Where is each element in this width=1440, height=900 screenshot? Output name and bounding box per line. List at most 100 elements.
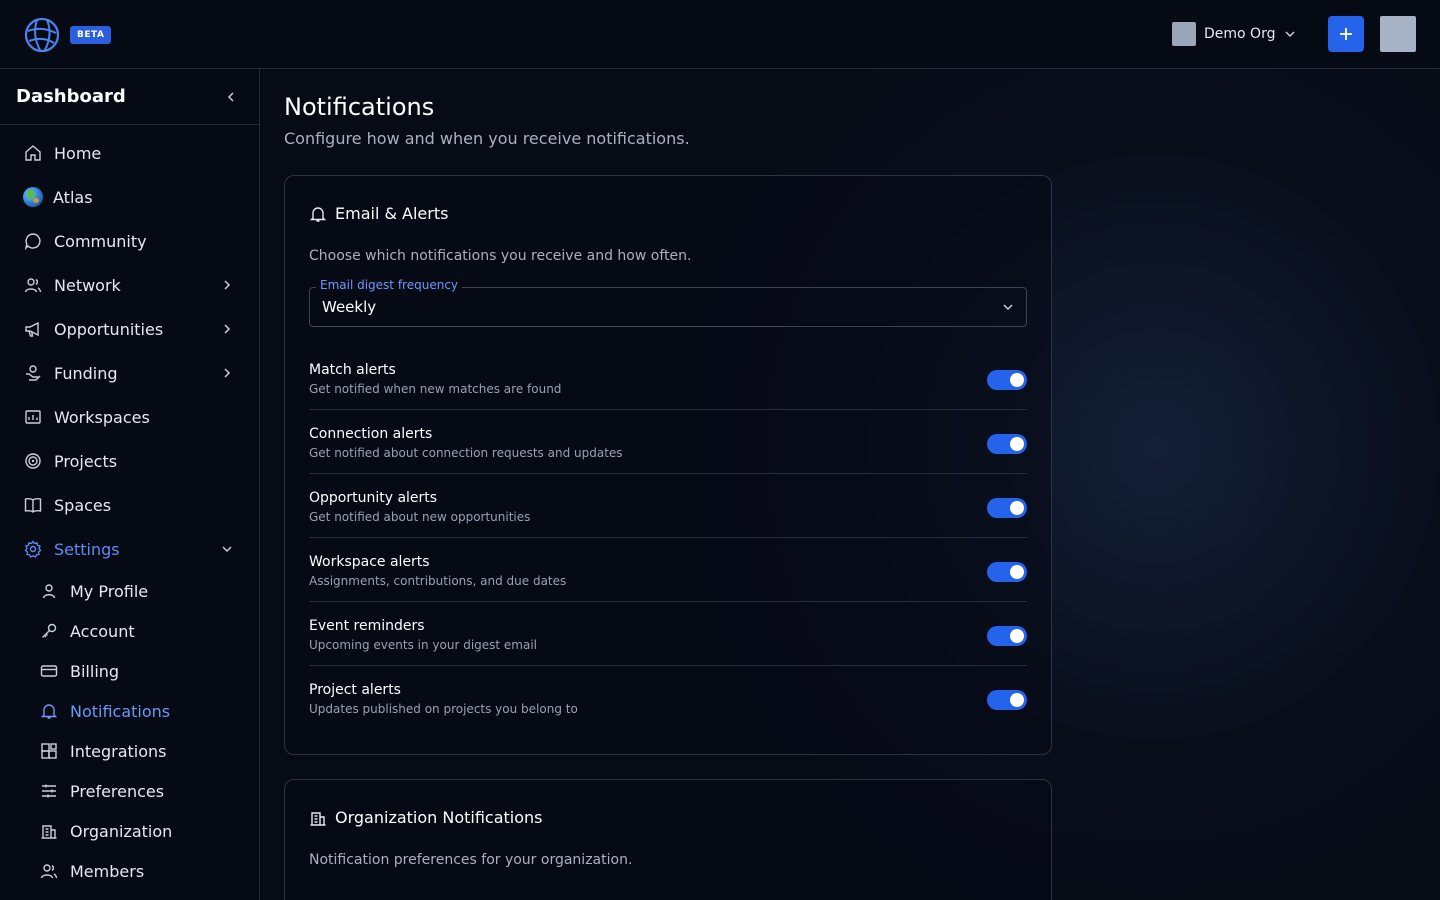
email-digest-value: Weekly xyxy=(322,298,377,316)
sidebar-item-label: Network xyxy=(54,275,121,295)
credit-card-icon xyxy=(40,665,58,677)
alert-title: Opportunity alerts xyxy=(309,490,438,506)
sidebar-item-label: Atlas xyxy=(53,187,93,207)
alert-description: Assignments, contributions, and due date… xyxy=(309,574,567,588)
alert-title: Project alerts xyxy=(309,682,401,698)
sidebar-item-workspaces[interactable]: Workspaces xyxy=(0,395,259,439)
alert-description: Get notified when new matches are found xyxy=(309,382,562,396)
settings-item-label: Organization xyxy=(70,821,173,841)
card-description: Notification preferences for your organi… xyxy=(309,852,633,868)
sidebar-item-opportunities[interactable]: Opportunities xyxy=(0,307,259,351)
top-bar: BETA Demo Org xyxy=(0,0,1440,69)
settings-item-label: Integrations xyxy=(70,741,167,761)
key-icon xyxy=(42,623,57,638)
sidebar-item-label: Workspaces xyxy=(54,407,150,427)
settings-item-account[interactable]: Account xyxy=(0,611,259,651)
alert-row-match: Match alerts Get notified when new match… xyxy=(309,346,1027,410)
settings-item-organization[interactable]: Organization xyxy=(0,811,259,851)
sidebar-item-atlas[interactable]: Atlas xyxy=(0,175,259,219)
org-name: Demo Org xyxy=(1204,26,1276,42)
alert-row-workspace: Workspace alerts Assignments, contributi… xyxy=(309,538,1027,602)
project-alerts-toggle[interactable] xyxy=(987,690,1027,710)
page-title: Notifications xyxy=(284,93,435,121)
sidebar-item-label: Funding xyxy=(54,363,118,383)
organization-notifications-card: Organization Notifications Notification … xyxy=(284,779,1052,900)
opportunity-alerts-toggle[interactable] xyxy=(987,498,1027,518)
workspace-icon xyxy=(25,410,41,424)
building-icon xyxy=(41,825,57,839)
settings-item-integrations[interactable]: Integrations xyxy=(0,731,259,771)
email-alerts-card: Email & Alerts Choose which notification… xyxy=(284,175,1052,755)
sidebar-item-spaces[interactable]: Spaces xyxy=(0,483,259,527)
sidebar-item-label: Spaces xyxy=(54,495,112,515)
settings-item-label: Members xyxy=(70,861,145,881)
settings-item-label: Account xyxy=(70,621,135,641)
alert-title: Match alerts xyxy=(309,362,396,378)
alert-description: Get notified about new opportunities xyxy=(309,510,531,524)
globe-icon xyxy=(23,187,43,207)
sidebar-header: Dashboard xyxy=(0,69,259,125)
settings-item-members[interactable]: Members xyxy=(0,851,259,891)
sidebar-item-network[interactable]: Network xyxy=(0,263,259,307)
sidebar-item-funding[interactable]: Funding xyxy=(0,351,259,395)
beta-badge: BETA xyxy=(70,26,112,44)
chevron-down-icon xyxy=(1003,304,1013,311)
alert-row-opportunity: Opportunity alerts Get notified about ne… xyxy=(309,474,1027,538)
sidebar-item-settings[interactable]: Settings xyxy=(0,527,259,571)
user-icon xyxy=(42,584,56,599)
workspace-alerts-toggle[interactable] xyxy=(987,562,1027,582)
sidebar: Dashboard Home Atlas Community Network O… xyxy=(0,69,260,900)
alert-title: Connection alerts xyxy=(309,426,433,442)
settings-item-label: Notifications xyxy=(70,701,171,721)
card-title: Email & Alerts xyxy=(335,204,449,223)
bell-icon xyxy=(309,206,327,222)
settings-item-label: Billing xyxy=(70,661,120,681)
sidebar-item-projects[interactable]: Projects xyxy=(0,439,259,483)
chevron-down-icon xyxy=(222,546,232,553)
add-button[interactable] xyxy=(1328,16,1364,52)
card-header: Email & Alerts xyxy=(309,204,448,223)
alert-description: Upcoming events in your digest email xyxy=(309,638,538,652)
book-open-icon xyxy=(24,498,42,513)
alert-description: Updates published on projects you belong… xyxy=(309,702,578,716)
sidebar-nav: Home Atlas Community Network Opportuniti… xyxy=(0,125,259,891)
users-icon xyxy=(24,278,42,293)
target-icon xyxy=(25,453,41,469)
settings-item-my-profile[interactable]: My Profile xyxy=(0,571,259,611)
sidebar-item-home[interactable]: Home xyxy=(0,131,259,175)
toggle-knob xyxy=(1010,373,1024,387)
card-title: Organization Notifications xyxy=(335,808,543,827)
settings-item-preferences[interactable]: Preferences xyxy=(0,771,259,811)
org-switcher[interactable]: Demo Org xyxy=(1172,22,1297,46)
sidebar-item-label: Home xyxy=(54,143,102,163)
bell-icon xyxy=(40,704,58,719)
toggle-knob xyxy=(1010,693,1024,707)
sidebar-item-label: Community xyxy=(54,231,147,251)
user-avatar[interactable] xyxy=(1380,16,1416,52)
sidebar-item-community[interactable]: Community xyxy=(0,219,259,263)
settings-item-notifications[interactable]: Notifications xyxy=(0,691,259,731)
settings-item-label: Preferences xyxy=(70,781,165,801)
settings-item-billing[interactable]: Billing xyxy=(0,651,259,691)
chevron-right-icon xyxy=(224,324,231,334)
match-alerts-toggle[interactable] xyxy=(987,370,1027,390)
chevron-left-icon[interactable] xyxy=(225,91,237,103)
home-icon xyxy=(25,145,41,161)
email-digest-select[interactable]: Email digest frequency Weekly xyxy=(309,278,1027,327)
users-icon xyxy=(40,864,58,879)
alert-row-connection: Connection alerts Get notified about con… xyxy=(309,410,1027,474)
alert-row-project: Project alerts Updates published on proj… xyxy=(309,666,1027,730)
event-reminders-toggle[interactable] xyxy=(987,626,1027,646)
integrations-icon xyxy=(41,743,57,759)
page-subtitle: Configure how and when you receive notif… xyxy=(284,129,690,148)
connection-alerts-toggle[interactable] xyxy=(987,434,1027,454)
card-header: Organization Notifications xyxy=(309,808,543,827)
sidebar-title: Dashboard xyxy=(16,86,126,107)
sidebar-item-label: Settings xyxy=(54,539,120,559)
toggle-knob xyxy=(1010,565,1024,579)
toggle-knob xyxy=(1010,629,1024,643)
globe-network-logo[interactable] xyxy=(23,16,61,54)
sidebar-item-label: Opportunities xyxy=(54,319,164,339)
alert-title: Workspace alerts xyxy=(309,554,430,570)
alert-description: Get notified about connection requests a… xyxy=(309,446,623,460)
